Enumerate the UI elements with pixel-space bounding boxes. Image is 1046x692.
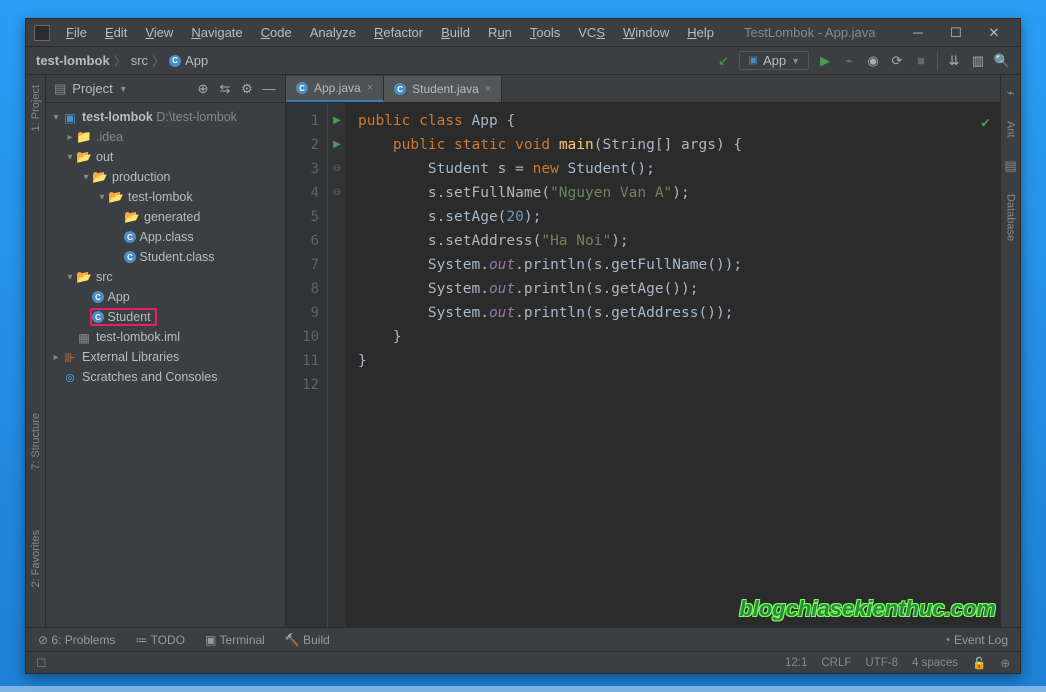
tree-iml[interactable]: ▦test-lombok.iml bbox=[46, 327, 285, 347]
ide-window: File Edit View Navigate Code Analyze Ref… bbox=[25, 18, 1021, 674]
coverage-button[interactable]: ◉ bbox=[865, 53, 881, 69]
debug-button[interactable]: ⌁ bbox=[841, 53, 857, 69]
tree-production[interactable]: ▾📂production bbox=[46, 167, 285, 187]
stop-button[interactable]: ■ bbox=[913, 53, 929, 69]
breadcrumb[interactable]: test-lombok 〉 src 〉 C App bbox=[36, 51, 208, 70]
settings-icon[interactable]: ⚙ bbox=[239, 81, 255, 97]
status-bar: ☐ 12:1 CRLF UTF-8 4 spaces 🔓 ⊕ bbox=[26, 651, 1020, 673]
menu-vcs[interactable]: VCS bbox=[570, 23, 613, 42]
project-tool-button[interactable]: 1: Project bbox=[30, 85, 42, 131]
search-everywhere-icon[interactable]: 🔍 bbox=[994, 53, 1010, 69]
tree-app[interactable]: C App bbox=[46, 287, 285, 307]
menu-refactor[interactable]: Refactor bbox=[366, 23, 431, 42]
minimize-button[interactable]: ─ bbox=[910, 25, 926, 41]
vcs-update-icon[interactable]: ⇊ bbox=[946, 53, 962, 69]
favorites-tool-button[interactable]: 2: Favorites bbox=[30, 530, 42, 587]
tree-tl[interactable]: ▾📂test-lombok bbox=[46, 187, 285, 207]
editor-tabs: C App.java × C Student.java × bbox=[286, 75, 1000, 103]
menubar: File Edit View Navigate Code Analyze Ref… bbox=[26, 19, 1020, 47]
tree-out[interactable]: ▾📂out bbox=[46, 147, 285, 167]
close-button[interactable]: ✕ bbox=[986, 25, 1002, 41]
quick-access-icon[interactable]: ☐ bbox=[36, 656, 46, 670]
indent[interactable]: 4 spaces bbox=[912, 657, 958, 669]
problems-button[interactable]: ⊘ 6: Problems bbox=[38, 633, 115, 647]
class-icon: C bbox=[394, 83, 406, 95]
tree-generated[interactable]: 📂generated bbox=[46, 207, 285, 227]
build-button[interactable]: 🔨 Build bbox=[285, 633, 330, 647]
tree-student-class[interactable]: C Student.class bbox=[46, 247, 285, 267]
tree-external-libraries[interactable]: ▸⊪External Libraries bbox=[46, 347, 285, 367]
taskbar bbox=[0, 686, 1046, 692]
project-panel: ▤ Project ▼ ⊕ ⇆ ⚙ — ▾▣test-lombok D:\tes… bbox=[46, 75, 286, 627]
memory-icon[interactable]: ⊕ bbox=[1000, 656, 1010, 670]
maximize-button[interactable]: ☐ bbox=[948, 25, 964, 41]
expand-all-icon[interactable]: ⇆ bbox=[217, 81, 233, 97]
build-icon[interactable]: ↙ bbox=[715, 53, 731, 69]
menu-run[interactable]: Run bbox=[480, 23, 520, 42]
project-structure-icon[interactable]: ▥ bbox=[970, 53, 986, 69]
hide-panel-icon[interactable]: — bbox=[261, 81, 277, 97]
tree-idea[interactable]: ▸📁.idea bbox=[46, 127, 285, 147]
code-content[interactable]: public class App { public static void ma… bbox=[346, 103, 1000, 627]
menu-tools[interactable]: Tools bbox=[522, 23, 568, 42]
menu-edit[interactable]: Edit bbox=[97, 23, 135, 42]
readonly-icon[interactable]: 🔓 bbox=[972, 656, 986, 670]
bottom-tool-bar: ⊘ 6: Problems ≔ TODO ▣ Terminal 🔨 Build … bbox=[26, 627, 1020, 651]
run-config-selector[interactable]: ▣ App ▼ bbox=[739, 51, 809, 70]
inspection-ok-icon[interactable]: ✔ bbox=[981, 111, 990, 135]
tree-root[interactable]: ▾▣test-lombok D:\test-lombok bbox=[46, 107, 285, 127]
app-icon bbox=[34, 25, 50, 41]
todo-button[interactable]: ≔ TODO bbox=[135, 633, 185, 647]
run-button[interactable]: ▶ bbox=[817, 53, 833, 69]
database-tool-button[interactable]: Database bbox=[1005, 194, 1017, 241]
line-number-gutter: 123456789101112 bbox=[286, 103, 328, 627]
breadcrumb-src[interactable]: src bbox=[131, 53, 148, 68]
window-title: TestLombok - App.java bbox=[744, 25, 876, 40]
menu-file[interactable]: File bbox=[58, 23, 95, 42]
ant-tool-button[interactable]: Ant bbox=[1005, 121, 1017, 138]
select-opened-file-icon[interactable]: ⊕ bbox=[195, 81, 211, 97]
menu-view[interactable]: View bbox=[137, 23, 181, 42]
code-editor[interactable]: 123456789101112 ▶ ▶ ⊖ ⊖ public class App… bbox=[286, 103, 1000, 627]
menu-build[interactable]: Build bbox=[433, 23, 478, 42]
structure-tool-button[interactable]: 7: Structure bbox=[30, 413, 42, 470]
run-gutter[interactable]: ▶ ▶ ⊖ ⊖ bbox=[328, 103, 346, 627]
project-panel-title[interactable]: Project bbox=[72, 81, 112, 96]
close-icon[interactable]: × bbox=[367, 82, 373, 94]
tree-src[interactable]: ▾📂src bbox=[46, 267, 285, 287]
class-icon: C bbox=[169, 55, 181, 67]
encoding[interactable]: UTF-8 bbox=[865, 657, 898, 669]
event-log-button[interactable]: ◔ Event Log bbox=[943, 633, 1008, 647]
editor-area: C App.java × C Student.java × 1234567891… bbox=[286, 75, 1000, 627]
menu-code[interactable]: Code bbox=[253, 23, 300, 42]
menu-navigate[interactable]: Navigate bbox=[183, 23, 250, 42]
line-separator[interactable]: CRLF bbox=[821, 657, 851, 669]
tree-app-class[interactable]: C App.class bbox=[46, 227, 285, 247]
breadcrumb-root[interactable]: test-lombok bbox=[36, 53, 110, 68]
navigation-bar: test-lombok 〉 src 〉 C App ↙ ▣ App ▼ ▶ ⌁ … bbox=[26, 47, 1020, 75]
terminal-button[interactable]: ▣ Terminal bbox=[205, 633, 265, 647]
menu-analyze[interactable]: Analyze bbox=[302, 23, 364, 42]
tab-student-java[interactable]: C Student.java × bbox=[384, 76, 502, 102]
tree-student[interactable]: C Student bbox=[46, 307, 285, 327]
menu-window[interactable]: Window bbox=[615, 23, 677, 42]
tab-app-java[interactable]: C App.java × bbox=[286, 76, 384, 102]
project-tree: ▾▣test-lombok D:\test-lombok ▸📁.idea ▾📂o… bbox=[46, 103, 285, 391]
class-icon: C bbox=[296, 82, 308, 94]
caret-position[interactable]: 12:1 bbox=[785, 657, 807, 669]
right-tool-gutter: ⌁ Ant ▤ Database bbox=[1000, 75, 1020, 627]
menu-help[interactable]: Help bbox=[679, 23, 722, 42]
profile-button[interactable]: ⟳ bbox=[889, 53, 905, 69]
breadcrumb-leaf[interactable]: App bbox=[185, 53, 208, 68]
left-tool-gutter: 1: Project 7: Structure 2: Favorites bbox=[26, 75, 46, 627]
watermark: blogchiasekienthuc.com bbox=[739, 596, 996, 622]
tree-scratches[interactable]: ⊚Scratches and Consoles bbox=[46, 367, 285, 387]
close-icon[interactable]: × bbox=[485, 83, 491, 95]
